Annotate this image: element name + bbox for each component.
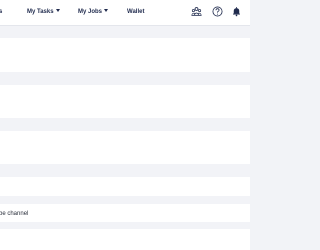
nav-my-jobs-label: My Jobs — [78, 9, 103, 15]
team-icon[interactable] — [191, 6, 202, 17]
nav-item-partial[interactable]: s — [0, 8, 2, 16]
channel-text[interactable]: be channel — [0, 210, 28, 218]
nav-wallet[interactable]: Wallet — [127, 8, 144, 16]
chevron-down-icon — [104, 9, 109, 12]
content-panel — [0, 38, 250, 72]
content-panel — [0, 85, 250, 118]
top-navigation-bar: s My Tasks My Jobs Wallet — [0, 0, 250, 26]
chevron-down-icon — [55, 9, 60, 12]
content-panel — [0, 177, 250, 196]
nav-my-tasks-label: My Tasks — [27, 9, 54, 15]
content-panel — [0, 229, 250, 250]
nav-my-tasks[interactable]: My Tasks — [27, 8, 60, 16]
nav-my-jobs[interactable]: My Jobs — [78, 8, 109, 16]
help-icon[interactable] — [212, 6, 223, 17]
bell-icon[interactable] — [231, 6, 242, 17]
content-panel — [0, 131, 250, 164]
content-panel — [0, 204, 250, 222]
